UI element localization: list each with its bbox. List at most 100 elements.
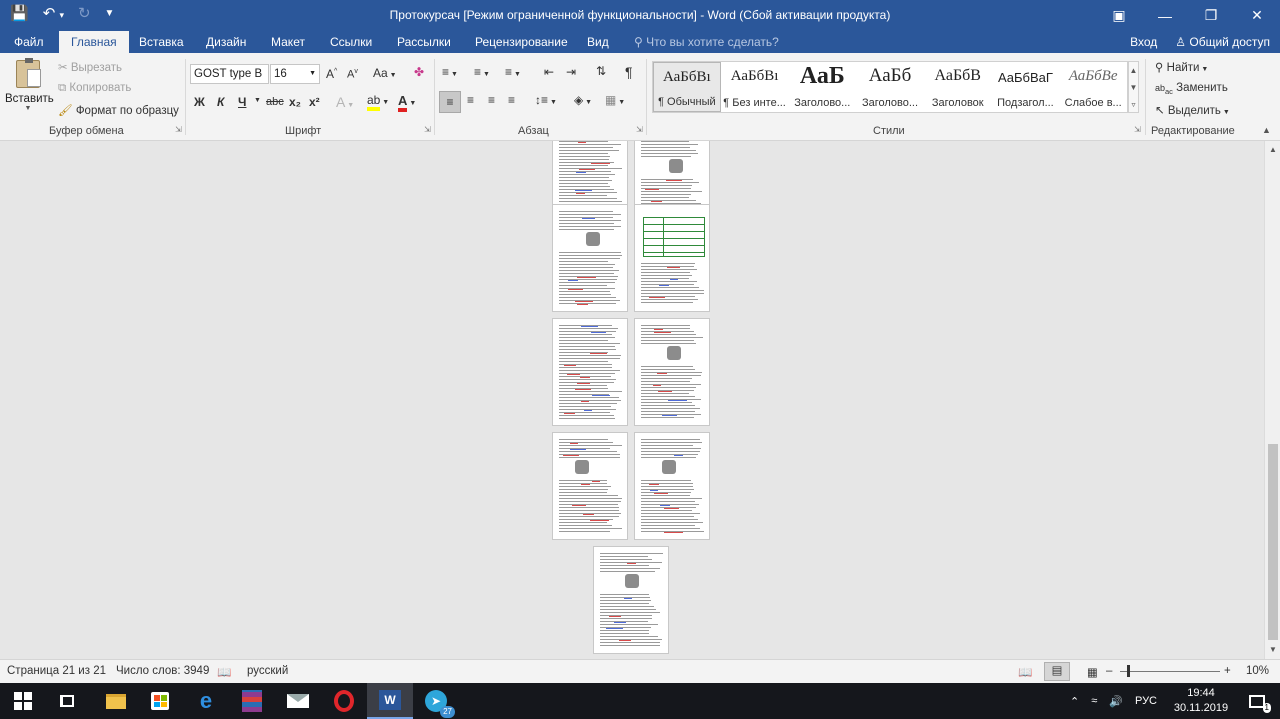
tab-references[interactable]: Ссылки (330, 31, 372, 53)
decrease-indent-icon[interactable]: ⇤ (544, 65, 554, 79)
page-thumbnail[interactable] (552, 318, 628, 426)
word-icon[interactable]: W (367, 683, 413, 719)
font-color-button[interactable]: A ▼ (398, 93, 416, 112)
line-spacing-icon[interactable]: ↕≡ ▼ (535, 93, 557, 107)
proofing-icon[interactable]: 📖 (217, 665, 231, 679)
zoom-in-icon[interactable]: + (1224, 665, 1231, 677)
increase-indent-icon[interactable]: ⇥ (566, 65, 576, 79)
sort-icon[interactable]: ⇅ (596, 64, 606, 78)
action-center-icon[interactable]: 1 (1234, 683, 1280, 719)
restore-icon[interactable]: ❐ (1188, 0, 1234, 31)
subscript-button[interactable]: x₂ (289, 95, 301, 109)
zoom-slider-thumb[interactable] (1127, 665, 1130, 677)
font-launcher-icon[interactable]: ⇲ (424, 125, 431, 134)
print-layout-icon[interactable]: ▤ (1044, 662, 1070, 681)
page-count[interactable]: Страница 21 из 21 (7, 665, 106, 677)
style-heading-1[interactable]: АаБ Заголово... (788, 62, 856, 112)
show-hidden-icons[interactable]: ⌃ (1070, 695, 1079, 708)
italic-button[interactable]: К (217, 95, 224, 109)
superscript-button[interactable]: x² (309, 95, 320, 109)
font-name-field[interactable]: GOST type B (190, 64, 269, 84)
share-button[interactable]: ♙ Общий доступ (1175, 31, 1270, 53)
bold-button[interactable]: Ж (194, 95, 205, 109)
scroll-up-icon[interactable]: ▲ (1267, 144, 1279, 156)
task-view-icon[interactable] (44, 683, 90, 719)
find-button[interactable]: ⚲ Найти ▼ (1155, 60, 1208, 74)
page-thumbnail[interactable] (552, 204, 628, 312)
vertical-scrollbar[interactable]: ▲ ▼ (1264, 141, 1280, 659)
styles-launcher-icon[interactable]: ⇲ (1134, 125, 1141, 134)
save-icon[interactable]: 💾 (10, 4, 29, 22)
page-thumbnail[interactable] (634, 204, 710, 312)
grow-font-icon[interactable]: A^ (326, 67, 337, 81)
tab-file[interactable]: Файл (14, 31, 44, 53)
page-thumbnail[interactable] (593, 546, 669, 654)
ribbon-display-options-icon[interactable]: ▣ (1096, 0, 1142, 31)
paste-button[interactable]: Вставить ▼ (5, 57, 54, 121)
zoom-out-icon[interactable]: – (1106, 665, 1112, 677)
redo-icon[interactable]: ↻ (78, 4, 91, 22)
bullets-icon[interactable]: ≡ ▼ (442, 65, 458, 79)
underline-button[interactable]: Ч (238, 95, 246, 109)
tab-layout[interactable]: Макет (271, 31, 305, 53)
replace-button[interactable]: abac Заменить (1155, 82, 1228, 96)
volume-icon[interactable]: 🔊 (1109, 695, 1123, 708)
shading-icon[interactable]: ◈ ▼ (574, 93, 592, 107)
underline-dropdown-icon[interactable]: ▼ (254, 97, 261, 104)
keyboard-language[interactable]: РУС (1135, 695, 1157, 707)
web-layout-icon[interactable]: ▦ (1087, 665, 1098, 679)
page-thumbnail[interactable] (634, 432, 710, 540)
show-formatting-icon[interactable]: ¶ (625, 64, 633, 80)
page-thumbnail[interactable] (634, 318, 710, 426)
text-effects-icon[interactable]: A ▼ (336, 94, 354, 110)
style-subtle-emphasis[interactable]: АаБбВе Слабое в... (1059, 62, 1127, 112)
clear-formatting-icon[interactable]: ✤ (414, 65, 424, 79)
read-mode-icon[interactable]: 📖 (1018, 665, 1032, 679)
word-count[interactable]: Число слов: 3949 (116, 665, 209, 677)
mail-icon[interactable] (275, 683, 321, 719)
opera-icon[interactable] (321, 683, 367, 719)
align-center-icon[interactable]: ≡ (467, 93, 474, 107)
highlight-color-button[interactable]: ab ▼ (367, 93, 389, 111)
align-left-icon[interactable]: ≡ (439, 91, 461, 113)
clipboard-launcher-icon[interactable]: ⇲ (175, 125, 182, 134)
tab-mailings[interactable]: Рассылки (397, 31, 451, 53)
file-explorer-icon[interactable] (93, 683, 139, 719)
tab-review[interactable]: Рецензирование (475, 31, 568, 53)
justify-icon[interactable]: ≡ (508, 93, 515, 107)
style-heading-2[interactable]: АаБб Заголово... (856, 62, 924, 112)
align-right-icon[interactable]: ≡ (488, 93, 495, 107)
multilevel-list-icon[interactable]: ≡ ▼ (505, 65, 521, 79)
wifi-icon[interactable]: ≈ (1091, 695, 1097, 707)
close-icon[interactable]: ✕ (1234, 0, 1280, 31)
scroll-down-icon[interactable]: ▼ (1267, 644, 1279, 656)
tell-me-search[interactable]: ⚲ Что вы хотите сделать? (634, 31, 779, 53)
page-thumbnail[interactable] (552, 432, 628, 540)
minimize-button[interactable]: — (1142, 0, 1188, 31)
tab-view[interactable]: Вид (587, 31, 609, 53)
shrink-font-icon[interactable]: Av (347, 68, 358, 81)
tab-home[interactable]: Главная (59, 31, 129, 53)
collapse-ribbon-icon[interactable]: ▲ (1262, 125, 1271, 135)
document-area[interactable] (0, 141, 1264, 659)
tab-design[interactable]: Дизайн (206, 31, 246, 53)
style-heading[interactable]: АаБбВ Заголовок (924, 62, 992, 112)
format-painter-button[interactable]: 🖌 Формат по образцу (58, 103, 179, 117)
font-size-field[interactable]: 16 ▼ (270, 64, 320, 84)
borders-icon[interactable]: ▦ ▼ (605, 93, 625, 107)
strikethrough-button[interactable]: abc (266, 96, 284, 108)
telegram-icon[interactable]: ➤ 27 (413, 683, 459, 719)
styles-scroll[interactable]: ▲ ▼ ▿ (1128, 61, 1139, 113)
cut-button[interactable]: ✂ Вырезать (58, 60, 122, 74)
change-case-button[interactable]: Aa ▼ (373, 66, 397, 80)
paragraph-launcher-icon[interactable]: ⇲ (636, 125, 643, 134)
winrar-icon[interactable] (229, 683, 275, 719)
zoom-slider[interactable] (1120, 671, 1220, 672)
numbering-icon[interactable]: ≡ ▼ (474, 65, 490, 79)
style-normal[interactable]: АаБбВı ¶ Обычный (653, 62, 721, 112)
customize-qat-icon[interactable]: ▼ (105, 8, 115, 19)
zoom-level[interactable]: 10% (1246, 665, 1269, 677)
store-icon[interactable] (137, 683, 183, 719)
tab-insert[interactable]: Вставка (139, 31, 184, 53)
style-no-spacing[interactable]: АаБбВı ¶ Без инте... (721, 62, 789, 112)
